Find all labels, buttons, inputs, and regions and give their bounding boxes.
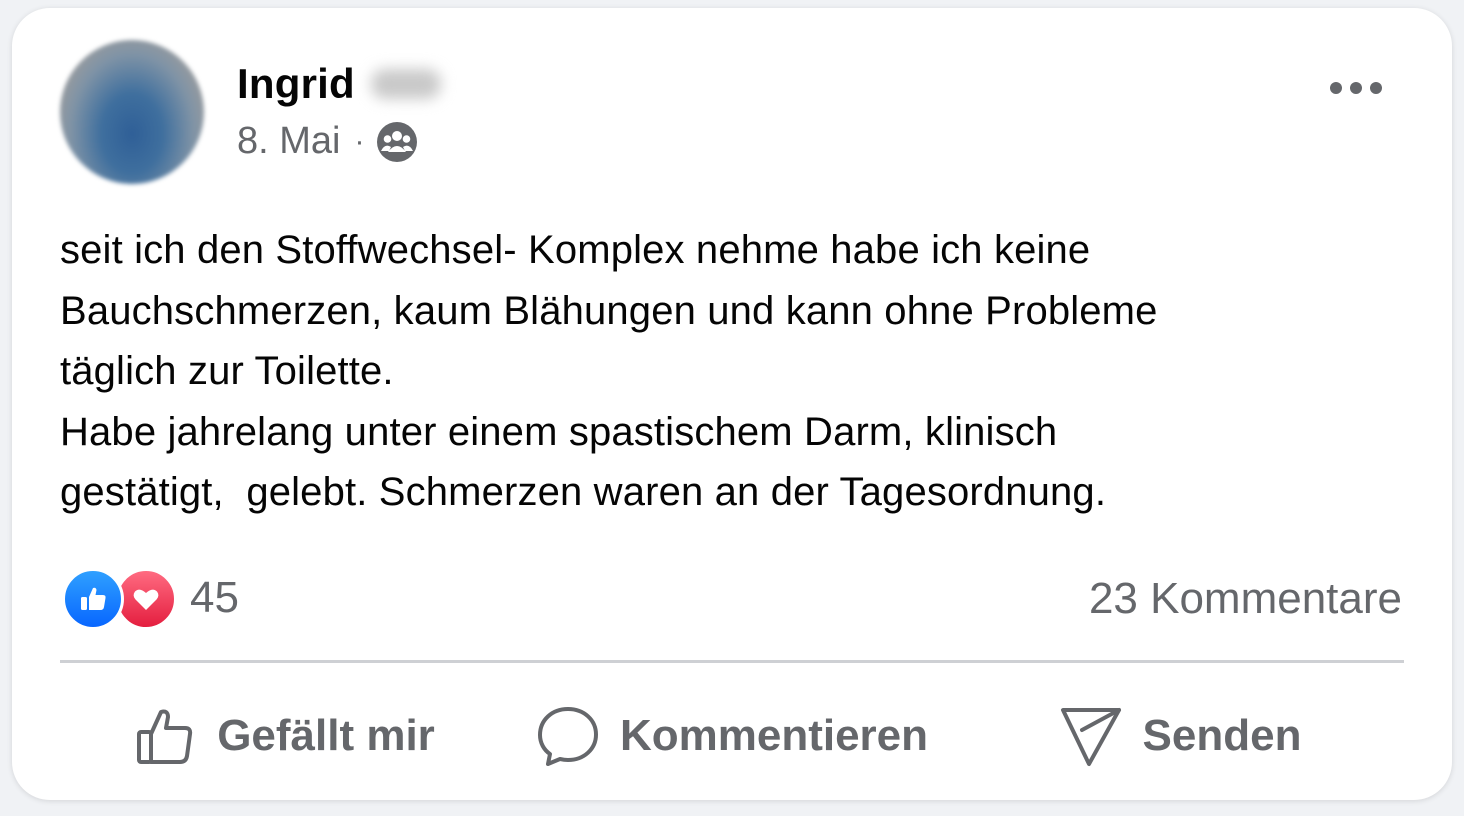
post-card: Ingrid 8. Mai · seit ich den Stoffwechse… <box>12 8 1452 800</box>
send-label: Senden <box>1142 711 1302 760</box>
like-label: Gefällt mir <box>217 711 435 760</box>
like-reaction-icon <box>62 568 124 630</box>
like-button[interactable]: Gefällt mir <box>60 698 508 774</box>
send-icon <box>1060 708 1121 766</box>
post-date[interactable]: 8. Mai <box>237 120 340 163</box>
action-bar: Gefällt mir Kommentieren Senden <box>60 698 1404 774</box>
love-reaction-icon <box>115 568 177 630</box>
author-row: Ingrid <box>237 60 441 108</box>
more-options-icon[interactable] <box>1328 78 1384 98</box>
post-meta: 8. Mai · <box>237 120 418 163</box>
comment-bubble-icon <box>537 707 598 766</box>
reactions-summary[interactable]: 45 <box>62 568 239 630</box>
thumbs-up-icon <box>137 709 193 764</box>
blurred-surname <box>370 69 441 99</box>
divider <box>60 660 1404 663</box>
comment-label: Kommentieren <box>619 711 929 760</box>
comment-count[interactable]: 23 Kommentare <box>1089 574 1402 624</box>
post-text: seit ich den Stoffwechsel- Komplex nehme… <box>60 228 1158 514</box>
send-button[interactable]: Senden <box>956 698 1404 774</box>
avatar[interactable] <box>60 40 204 184</box>
meta-separator: · <box>354 124 365 158</box>
reaction-count[interactable]: 45 <box>190 573 239 623</box>
comment-button[interactable]: Kommentieren <box>508 698 956 774</box>
reaction-icons <box>62 568 178 630</box>
author-name[interactable]: Ingrid <box>237 60 355 108</box>
group-icon <box>376 121 418 163</box>
